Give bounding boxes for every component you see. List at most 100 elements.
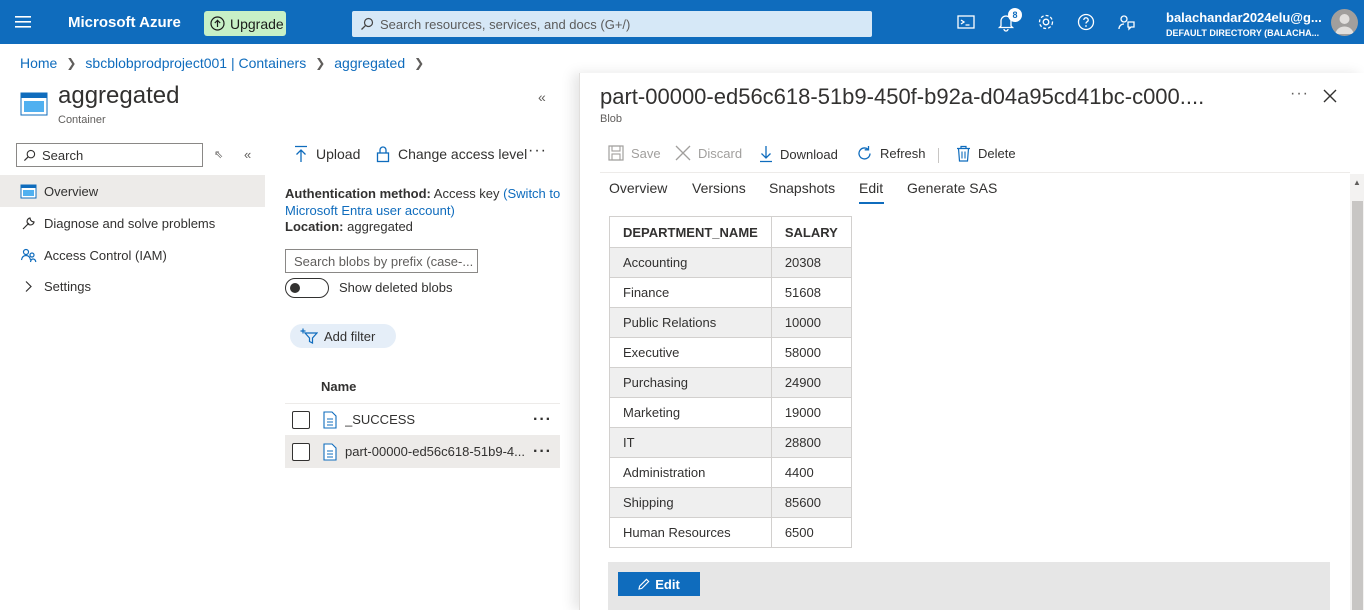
vertical-scrollbar[interactable]: ▲ [1350, 174, 1364, 610]
table-row: Administration 4400 [609, 457, 852, 488]
blade-title: part-00000-ed56c618-51b9-450f-b92a-d04a9… [600, 84, 1205, 109]
blade-more-options-icon[interactable]: ··· [1290, 85, 1309, 103]
help-question-icon[interactable] [1076, 12, 1096, 32]
row-checkbox[interactable] [292, 410, 310, 429]
save-disk-icon [608, 145, 631, 161]
table-row: Finance 51608 [609, 277, 852, 308]
page-subtitle: Container [58, 114, 106, 126]
download-button[interactable]: Download [759, 145, 838, 163]
table-row: Executive 58000 [609, 337, 852, 368]
nav-search-box[interactable] [16, 143, 203, 167]
toggle-knob [290, 283, 300, 293]
cell-salary: 10000 [770, 307, 852, 338]
tab-versions[interactable]: Versions [692, 180, 746, 196]
location-label: Location: [285, 219, 344, 234]
global-search-input[interactable] [380, 16, 850, 32]
tab-overview[interactable]: Overview [609, 180, 667, 196]
upload-label: Upload [316, 146, 361, 162]
delete-button[interactable]: Delete [956, 145, 1016, 162]
brand-title[interactable]: Microsoft Azure [68, 14, 181, 31]
sidebar-item-settings[interactable]: Settings [0, 270, 265, 302]
breadcrumb-storage-account[interactable]: sbcblobprodproject001 | Containers [85, 55, 306, 71]
breadcrumb: Home ❯ sbcblobprodproject001 | Container… [20, 55, 433, 71]
upload-arrow-icon [294, 145, 316, 163]
change-access-level-button[interactable]: Change access level [376, 145, 527, 163]
global-search-box[interactable] [352, 11, 872, 37]
blob-row[interactable]: part-00000-ed56c618-51b9-4... ··· [285, 436, 560, 468]
notifications-bell-icon[interactable]: 8 [996, 8, 1022, 32]
table-row: IT 28800 [609, 427, 852, 458]
scroll-up-arrow-icon[interactable]: ▲ [1353, 178, 1361, 187]
row-checkbox[interactable] [292, 442, 310, 461]
tab-generate-sas[interactable]: Generate SAS [907, 180, 997, 196]
download-arrow-icon [759, 145, 780, 163]
download-label: Download [780, 146, 838, 162]
file-icon [322, 442, 338, 461]
collapse-nav-double-chevron-icon[interactable]: « [244, 147, 251, 162]
user-avatar[interactable] [1331, 9, 1358, 36]
cloud-shell-icon[interactable] [956, 12, 976, 32]
hamburger-menu-icon[interactable] [14, 14, 34, 30]
blob-prefix-search-input[interactable] [285, 249, 478, 273]
active-tab-indicator [859, 202, 884, 204]
close-icon[interactable] [1322, 88, 1338, 104]
discard-button[interactable]: Discard [675, 145, 742, 161]
table-row: Marketing 19000 [609, 397, 852, 428]
tab-edit[interactable]: Edit [859, 180, 883, 196]
column-header-department: DEPARTMENT_NAME [609, 216, 772, 248]
cell-department-name: IT [609, 427, 772, 458]
blob-row[interactable]: _SUCCESS ··· [285, 404, 560, 436]
sidebar-item-label: Access Control (IAM) [44, 247, 167, 263]
sidebar-item-diagnose[interactable]: Diagnose and solve problems [0, 207, 265, 239]
name-column-header[interactable]: Name [321, 379, 356, 394]
cell-department-name: Administration [609, 457, 772, 488]
scrollbar-thumb[interactable] [1352, 201, 1363, 610]
cell-salary: 4400 [770, 457, 852, 488]
command-separator [938, 148, 939, 163]
upgrade-label: Upgrade [230, 15, 284, 32]
add-filter-icon [300, 328, 324, 344]
account-name: balachandar2024elu@g... [1166, 10, 1322, 25]
cell-salary: 6500 [770, 517, 852, 548]
upload-button[interactable]: Upload [294, 145, 360, 163]
save-button[interactable]: Save [608, 145, 661, 161]
collapse-double-chevron-icon[interactable]: « [538, 89, 546, 105]
add-filter-button[interactable]: Add filter [290, 324, 396, 348]
container-icon [20, 90, 48, 118]
cell-department-name: Accounting [609, 247, 772, 278]
refresh-button[interactable]: Refresh [856, 145, 926, 162]
save-label: Save [631, 145, 661, 161]
cell-department-name: Human Resources [609, 517, 772, 548]
command-bar-divider [600, 172, 1350, 173]
blob-name[interactable]: part-00000-ed56c618-51b9-4... [345, 444, 527, 459]
container-icon [20, 183, 37, 200]
table-row: Public Relations 10000 [609, 307, 852, 338]
more-options-icon[interactable]: ··· [528, 142, 547, 160]
account-info[interactable]: balachandar2024elu@g... DEFAULT DIRECTOR… [1166, 10, 1326, 38]
blob-name[interactable]: _SUCCESS [345, 412, 527, 427]
show-deleted-blobs-toggle[interactable] [285, 278, 329, 298]
feedback-icon[interactable] [1116, 12, 1136, 32]
row-more-options-icon[interactable]: ··· [533, 443, 552, 461]
sidebar-item-iam[interactable]: Access Control (IAM) [0, 239, 265, 271]
file-icon [322, 410, 338, 429]
delete-label: Delete [978, 146, 1016, 161]
discard-x-icon [675, 145, 698, 161]
edit-footer: Edit [608, 562, 1330, 610]
edit-button[interactable]: Edit [618, 572, 700, 596]
breadcrumb-home[interactable]: Home [20, 55, 57, 71]
breadcrumb-container[interactable]: aggregated [334, 55, 405, 71]
wrench-icon [20, 215, 37, 232]
nav-search-input[interactable] [42, 147, 192, 163]
cell-department-name: Marketing [609, 397, 772, 428]
chevron-right-icon: ❯ [315, 56, 326, 70]
settings-gear-icon[interactable] [1036, 12, 1056, 32]
tab-snapshots[interactable]: Snapshots [769, 180, 835, 196]
row-more-options-icon[interactable]: ··· [533, 411, 552, 429]
edit-label: Edit [655, 576, 680, 592]
sidebar-item-label: Diagnose and solve problems [44, 215, 216, 231]
sidebar-item-overview[interactable]: Overview [0, 175, 265, 207]
table-row: Accounting 20308 [609, 247, 852, 278]
expand-collapse-icon[interactable]: ⇖ [214, 148, 223, 161]
upgrade-button[interactable]: Upgrade [204, 11, 286, 36]
